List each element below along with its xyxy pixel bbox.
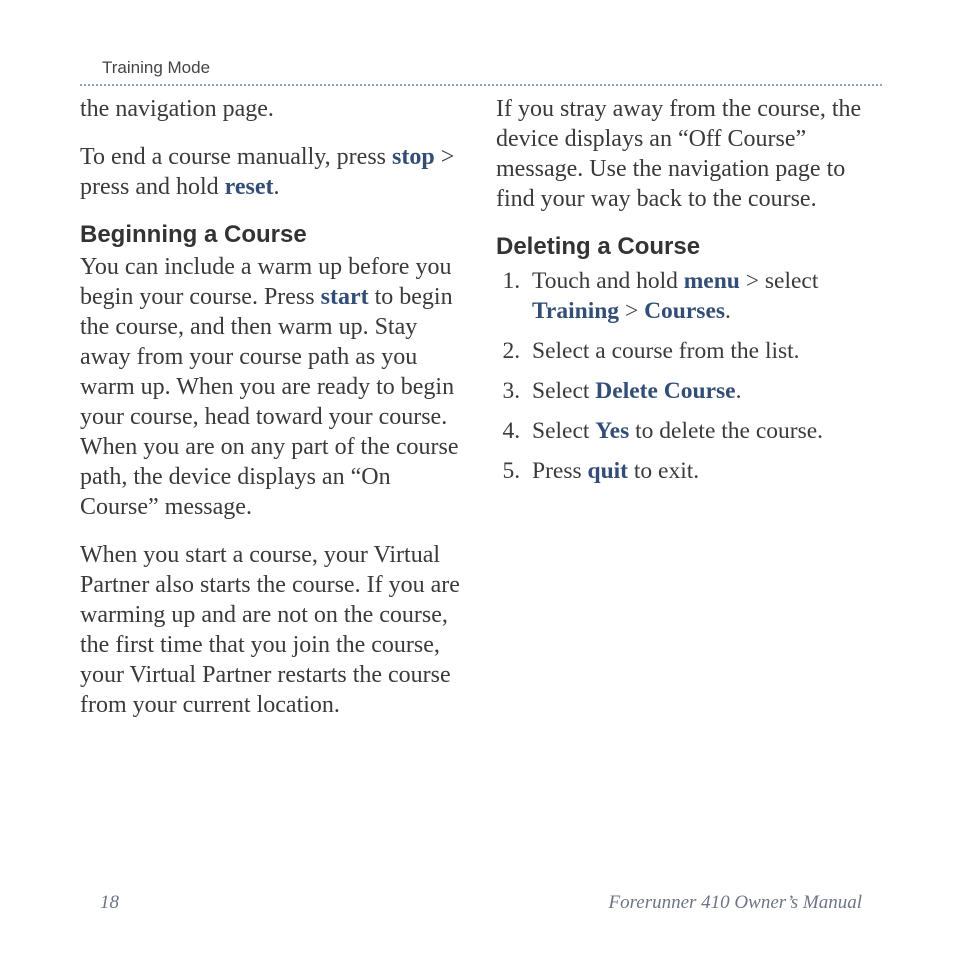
training-keyword: Training bbox=[532, 298, 619, 324]
step-5: Press quit to exit. bbox=[526, 456, 882, 486]
courses-keyword: Courses bbox=[644, 298, 725, 324]
step-1: Touch and hold menu > select Training > … bbox=[526, 266, 882, 326]
running-header: Training Mode bbox=[102, 58, 882, 78]
stop-keyword: stop bbox=[392, 144, 435, 170]
right-column: If you stray away from the course, the d… bbox=[496, 94, 882, 738]
two-column-layout: the navigation page. To end a course man… bbox=[80, 94, 882, 738]
beginning-course-paragraph-2: When you start a course, your Virtual Pa… bbox=[80, 540, 466, 720]
doc-title: Forerunner 410 Owner’s Manual bbox=[608, 892, 862, 914]
beginning-course-paragraph-1: You can include a warm up before you beg… bbox=[80, 252, 466, 522]
end-course-paragraph: To end a course manually, press stop > p… bbox=[80, 142, 466, 202]
header-rule bbox=[80, 84, 882, 86]
continuation-paragraph: the navigation page. bbox=[80, 94, 466, 124]
step-2: Select a course from the list. bbox=[526, 336, 882, 366]
left-column: the navigation page. To end a course man… bbox=[80, 94, 466, 738]
delete-course-keyword: Delete Course bbox=[595, 378, 735, 404]
menu-keyword: menu bbox=[684, 268, 740, 294]
deleting-course-heading: Deleting a Course bbox=[496, 232, 882, 262]
reset-keyword: reset bbox=[225, 174, 274, 200]
yes-keyword: Yes bbox=[595, 418, 629, 444]
step-4: Select Yes to delete the course. bbox=[526, 416, 882, 446]
manual-page: Training Mode the navigation page. To en… bbox=[0, 0, 954, 954]
start-keyword: start bbox=[321, 284, 369, 310]
step-3: Select Delete Course. bbox=[526, 376, 882, 406]
quit-keyword: quit bbox=[588, 458, 629, 484]
deleting-course-steps: Touch and hold menu > select Training > … bbox=[496, 266, 882, 486]
beginning-course-heading: Beginning a Course bbox=[80, 220, 466, 250]
page-footer: 18 Forerunner 410 Owner’s Manual bbox=[100, 892, 862, 914]
page-number: 18 bbox=[100, 892, 119, 914]
off-course-paragraph: If you stray away from the course, the d… bbox=[496, 94, 882, 214]
